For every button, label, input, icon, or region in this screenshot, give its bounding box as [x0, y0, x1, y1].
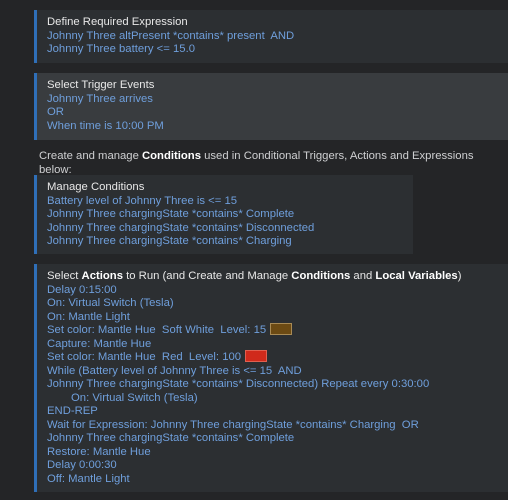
action-line[interactable]: Delay 0:00:30: [47, 459, 508, 473]
condition-line[interactable]: Johnny Three chargingState *contains* Ch…: [47, 235, 413, 249]
manage-conditions-title: Manage Conditions: [47, 181, 145, 193]
trigger-line[interactable]: Johnny Three arrives: [47, 93, 508, 107]
actions-title-part: to Run (and Create and Manage: [122, 270, 292, 282]
action-text: Set color: Mantle Hue Red Level: 100: [47, 351, 242, 363]
actions-title-part: and: [350, 270, 376, 282]
expression-title: Define Required Expression: [47, 16, 188, 28]
color-swatch-soft-white: [270, 323, 293, 336]
action-line[interactable]: Off: Mantle Light: [47, 473, 508, 487]
action-line[interactable]: While (Battery level of Johnny Three is …: [47, 365, 508, 379]
actions-title-bold: Local Variables: [375, 270, 458, 282]
action-line[interactable]: Johnny Three chargingState *contains* Di…: [47, 378, 508, 392]
action-line[interactable]: END-REP: [47, 405, 508, 419]
action-text: Set color: Mantle Hue Soft White Level: …: [47, 324, 267, 336]
action-line[interactable]: Capture: Mantle Hue: [47, 338, 508, 352]
manage-conditions-section[interactable]: Manage Conditions Battery level of Johnn…: [34, 175, 413, 254]
action-line[interactable]: Delay 0:15:00: [47, 284, 508, 298]
action-line[interactable]: Johnny Three chargingState *contains* Co…: [47, 432, 508, 446]
info-prefix: Create and manage: [39, 150, 142, 162]
actions-title-part: ): [457, 270, 462, 282]
actions-section[interactable]: Select Actions to Run (and Create and Ma…: [34, 264, 508, 492]
actions-title-part: Select: [47, 270, 82, 282]
conditions-info-text: Create and manage Conditions used in Con…: [39, 150, 508, 177]
expression-line[interactable]: Johnny Three battery <= 15.0: [47, 43, 508, 57]
actions-title-bold: Conditions: [291, 270, 351, 282]
color-swatch-red: [245, 350, 268, 363]
action-line[interactable]: Wait for Expression: Johnny Three chargi…: [47, 419, 508, 433]
trigger-line[interactable]: OR: [47, 106, 508, 120]
trigger-events-section[interactable]: Select Trigger Events Johnny Three arriv…: [34, 73, 508, 140]
actions-title-bold: Actions: [81, 270, 123, 282]
condition-line[interactable]: Johnny Three chargingState *contains* Di…: [47, 222, 413, 236]
condition-line[interactable]: Battery level of Johnny Three is <= 15: [47, 195, 413, 209]
action-line[interactable]: On: Mantle Light: [47, 311, 508, 325]
action-line[interactable]: On: Virtual Switch (Tesla): [47, 297, 508, 311]
action-line[interactable]: Restore: Mantle Hue: [47, 446, 508, 460]
trigger-line[interactable]: When time is 10:00 PM: [47, 120, 508, 134]
expression-section[interactable]: Define Required Expression Johnny Three …: [34, 10, 508, 63]
action-line[interactable]: Set color: Mantle Hue Red Level: 100: [47, 350, 508, 365]
action-line-nested[interactable]: On: Virtual Switch (Tesla): [47, 392, 508, 406]
action-line[interactable]: Set color: Mantle Hue Soft White Level: …: [47, 323, 508, 338]
actions-title: Select Actions to Run (and Create and Ma…: [47, 270, 508, 284]
condition-line[interactable]: Johnny Three chargingState *contains* Co…: [47, 208, 413, 222]
info-bold: Conditions: [142, 150, 201, 162]
triggers-title: Select Trigger Events: [47, 79, 155, 91]
expression-line[interactable]: Johnny Three altPresent *contains* prese…: [47, 30, 508, 44]
